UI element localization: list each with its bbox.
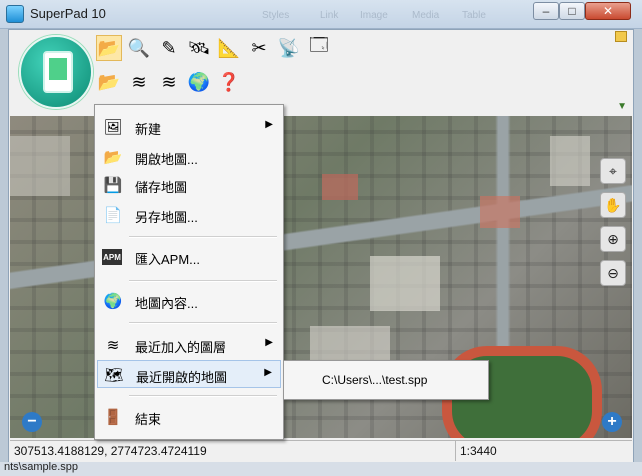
superpad-logo[interactable] bbox=[19, 35, 93, 109]
menu-separator bbox=[129, 280, 277, 282]
save-icon: 💾 bbox=[103, 177, 123, 194]
title-bar[interactable]: SuperPad 10 Styles Link Image Media Tabl… bbox=[0, 0, 642, 29]
menu-item-save-as[interactable]: 📄 另存地圖... bbox=[97, 201, 281, 229]
device-icon bbox=[43, 51, 73, 93]
toolbar-row-2: 📂 ≋ ≋ 🌍 ❓ bbox=[96, 69, 256, 95]
menu-item-label: 另存地圖... bbox=[135, 210, 198, 225]
menu-separator bbox=[129, 395, 277, 397]
menu-item-label: 儲存地圖 bbox=[135, 180, 188, 195]
map-building bbox=[10, 136, 70, 196]
scale-readout: 1:3440 bbox=[460, 444, 497, 458]
minimize-button[interactable]: – bbox=[533, 2, 559, 20]
recent-maps-submenu: C:\Users\...\test.spp bbox=[283, 360, 489, 400]
layers-refresh-icon[interactable]: ≋ bbox=[156, 69, 182, 95]
menu-item-recent-layers[interactable]: ≋ 最近加入的圖層 ▶ bbox=[97, 331, 281, 359]
menu-item-save-map[interactable]: 💾 儲存地圖 bbox=[97, 171, 281, 199]
edit-pen-icon[interactable]: ✎ bbox=[156, 35, 182, 61]
submenu-arrow-icon: ▶ bbox=[265, 119, 273, 130]
menu-item-import-apm[interactable]: APM 匯入APM... bbox=[97, 243, 281, 271]
menu-separator bbox=[129, 236, 277, 238]
exit-door-icon: 🚪 bbox=[103, 409, 123, 426]
add-layers-icon[interactable]: ≋ bbox=[126, 69, 152, 95]
background-filename: nts\sample.spp bbox=[4, 461, 78, 473]
menu-item-label: 最近開啟的地圖 bbox=[136, 370, 228, 385]
help-icon[interactable]: ❓ bbox=[216, 69, 242, 95]
toolbar-expand-icon[interactable]: ▼ bbox=[617, 101, 627, 112]
background-window-strip: nts\sample.spp bbox=[0, 461, 642, 476]
measure-icon[interactable]: 📐 bbox=[216, 35, 242, 61]
recent-layers-icon: ≋ bbox=[106, 337, 120, 354]
superpad-window: SuperPad 10 Styles Link Image Media Tabl… bbox=[0, 0, 642, 476]
menu-item-map-properties[interactable]: 🌍 地圖內容... bbox=[97, 287, 281, 315]
toolbar-row-1: 📂 🔍 ✎ 🛰 📐 ✂ 📡 🗔 bbox=[96, 35, 336, 61]
ghost-label: Table bbox=[462, 10, 486, 21]
zoom-in-icon[interactable]: ⊕ bbox=[600, 226, 626, 252]
zoom-minus-button[interactable]: − bbox=[22, 412, 42, 432]
search-icon[interactable]: 🔍 bbox=[126, 35, 152, 61]
status-separator bbox=[455, 441, 456, 461]
locate-icon[interactable]: ⌖ bbox=[600, 158, 626, 184]
ghost-label: Media bbox=[412, 10, 440, 21]
close-button[interactable]: ✕ bbox=[585, 2, 631, 20]
save-as-icon: 📄 bbox=[103, 207, 123, 224]
menu-item-exit[interactable]: 🚪 結束 bbox=[97, 403, 281, 431]
ghost-label: Link bbox=[320, 10, 339, 21]
recent-maps-icon: 🗺 bbox=[104, 367, 124, 384]
map-building bbox=[322, 174, 358, 200]
globe-map-icon[interactable]: 🌍 bbox=[186, 69, 212, 95]
zoom-out-icon[interactable]: ⊖ bbox=[600, 260, 626, 286]
ghost-label: Image bbox=[360, 10, 388, 21]
new-image-icon: 🖼 bbox=[103, 119, 123, 136]
pan-hand-icon[interactable]: ✋ bbox=[600, 192, 626, 218]
menu-item-label: 結束 bbox=[135, 412, 162, 427]
menu-separator bbox=[129, 322, 277, 324]
minimize-icon: – bbox=[542, 4, 550, 18]
menu-item-new[interactable]: 🖼 新建 ▶ bbox=[97, 113, 281, 141]
map-building bbox=[370, 256, 440, 311]
lock-icon[interactable] bbox=[615, 31, 627, 42]
menu-item-label: 開啟地圖... bbox=[135, 152, 198, 167]
submenu-arrow-icon: ▶ bbox=[264, 367, 272, 378]
tools-icon[interactable]: ✂ bbox=[246, 35, 272, 61]
maximize-button[interactable]: □ bbox=[559, 2, 585, 20]
menu-item-label: 匯入APM... bbox=[135, 252, 201, 267]
status-bar: 307513.4188129, 2774723.4724119 1:3440 bbox=[10, 440, 632, 461]
ghost-label: Styles bbox=[262, 10, 290, 21]
gps-tower-icon[interactable]: 📡 bbox=[276, 35, 302, 61]
open-map-icon[interactable]: 📂 bbox=[96, 69, 122, 95]
layers-window-icon[interactable]: 🗔 bbox=[306, 35, 332, 61]
menu-item-recent-maps[interactable]: 🗺 最近開啟的地圖 ▶ bbox=[97, 360, 281, 388]
apm-icon: APM bbox=[102, 249, 122, 265]
app-icon[interactable] bbox=[6, 5, 24, 23]
folder-open-icon[interactable]: 📂 bbox=[96, 35, 122, 61]
map-building bbox=[480, 196, 520, 228]
menu-item-label: 地圖內容... bbox=[135, 296, 198, 311]
menu-item-label: 最近加入的圖層 bbox=[135, 340, 227, 355]
satellite-icon[interactable]: 🛰 bbox=[186, 35, 212, 61]
file-menu: 🖼 新建 ▶ 📂 開啟地圖... 💾 儲存地圖 📄 另存地圖... APM 匯入… bbox=[94, 104, 284, 440]
menu-item-label: 新建 bbox=[135, 122, 162, 137]
close-icon: ✕ bbox=[602, 4, 614, 18]
zoom-plus-button[interactable]: + bbox=[602, 412, 622, 432]
maximize-icon: □ bbox=[568, 4, 576, 18]
globe-settings-icon: 🌍 bbox=[103, 293, 123, 310]
coordinates-readout: 307513.4188129, 2774723.4724119 bbox=[14, 444, 207, 458]
map-building bbox=[550, 136, 590, 186]
folder-open-icon: 📂 bbox=[103, 149, 123, 166]
menu-item-open-map[interactable]: 📂 開啟地圖... bbox=[97, 143, 281, 171]
window-title: SuperPad 10 bbox=[30, 6, 106, 21]
recent-map-item[interactable]: C:\Users\...\test.spp bbox=[322, 373, 427, 387]
submenu-arrow-icon: ▶ bbox=[265, 337, 273, 348]
